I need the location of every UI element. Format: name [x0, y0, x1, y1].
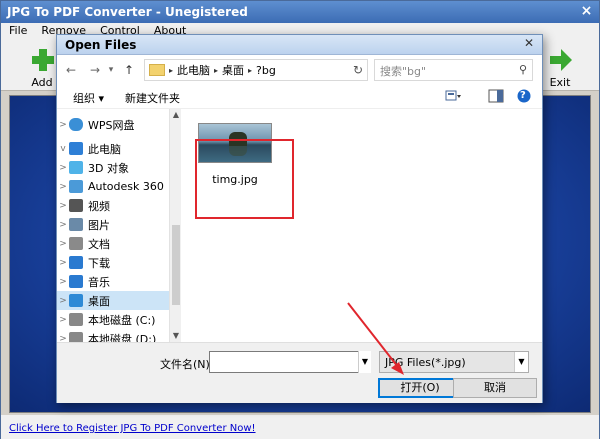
annotation-arrow	[347, 302, 404, 375]
